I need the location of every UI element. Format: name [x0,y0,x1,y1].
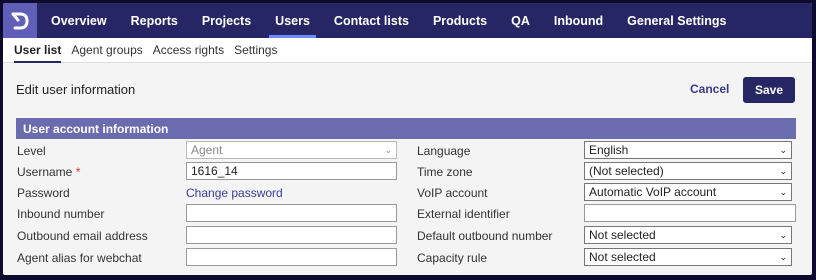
language-label: Language [417,144,471,158]
app-window: Overview Reports Projects Users Contact … [3,3,812,275]
level-label: Level [17,144,46,158]
language-select[interactable]: English ⌄ [584,141,792,159]
external-identifier-input[interactable] [584,204,796,222]
outbound-email-input[interactable] [186,226,397,244]
outbound-email-label: Outbound email address [17,229,148,243]
nav-contact-lists[interactable]: Contact lists [322,3,421,38]
inbound-number-label: Inbound number [17,207,105,221]
username-label: Username * [17,165,80,179]
nav-overview[interactable]: Overview [37,3,119,38]
voip-account-label: VoIP account [417,186,488,200]
capacity-rule-select[interactable]: Not selected ⌄ [584,248,792,266]
inbound-number-input[interactable] [186,204,397,222]
time-zone-select[interactable]: (Not selected) ⌄ [584,162,792,180]
nav-inbound[interactable]: Inbound [542,3,615,38]
cancel-button[interactable]: Cancel [690,82,729,96]
username-input[interactable] [186,162,397,180]
password-label: Password [17,186,70,200]
tab-user-list[interactable]: User list [9,38,66,63]
sub-nav: User list Agent groups Access rights Set… [3,38,812,63]
capacity-rule-value: Not selected [589,250,656,264]
default-outbound-number-select[interactable]: Not selected ⌄ [584,226,792,244]
chevron-down-icon: ⌄ [779,251,787,262]
form-row-5: Outbound email address Default outbound … [3,226,812,247]
form-row-6: Agent alias for webchat Capacity rule No… [3,248,812,269]
chevron-down-icon: ⌄ [779,229,787,240]
nav-general-settings[interactable]: General Settings [615,3,738,38]
chevron-down-icon: ⌄ [779,186,787,197]
nav-qa[interactable]: QA [499,3,542,38]
nav-reports[interactable]: Reports [119,3,190,38]
tab-settings[interactable]: Settings [229,38,282,63]
default-outbound-number-value: Not selected [589,228,656,242]
form-row-3: Password Change password VoIP account Au… [3,183,812,204]
level-value: Agent [191,143,223,157]
nav-users[interactable]: Users [263,3,322,38]
time-zone-value: (Not selected) [589,164,664,178]
default-outbound-number-label: Default outbound number [417,229,553,243]
nav-projects[interactable]: Projects [190,3,263,38]
logo-icon [11,12,29,29]
save-button[interactable]: Save [743,77,795,103]
agent-alias-label: Agent alias for webchat [17,251,142,265]
language-value: English [589,143,629,157]
time-zone-label: Time zone [417,165,473,179]
external-identifier-label: External identifier [417,207,510,221]
chevron-down-icon: ⌄ [779,144,787,155]
chevron-down-icon: ⌄ [779,165,787,176]
voip-account-select[interactable]: Automatic VoIP account ⌄ [584,183,792,201]
change-password-link[interactable]: Change password [186,186,283,200]
app-logo[interactable] [3,3,37,38]
nav-products[interactable]: Products [421,3,499,38]
tab-access-rights[interactable]: Access rights [148,38,229,63]
username-label-text: Username [17,165,73,179]
tab-agent-groups[interactable]: Agent groups [66,38,147,63]
form-row-1: Level Agent ⌄ Language English ⌄ [3,141,812,162]
level-select[interactable]: Agent ⌄ [186,141,397,159]
form-row-2: Username * Time zone (Not selected) ⌄ [3,162,812,183]
form-row-4: Inbound number External identifier [3,204,812,225]
voip-account-value: Automatic VoIP account [589,185,717,199]
capacity-rule-label: Capacity rule [417,251,488,265]
section-header: User account information [16,118,796,139]
chevron-down-icon: ⌄ [384,144,392,155]
page-title: Edit user information [16,82,136,97]
agent-alias-input[interactable] [186,248,397,266]
required-mark: * [75,165,81,179]
top-nav: Overview Reports Projects Users Contact … [3,3,812,38]
page-header: Edit user information Cancel Save [3,63,812,113]
